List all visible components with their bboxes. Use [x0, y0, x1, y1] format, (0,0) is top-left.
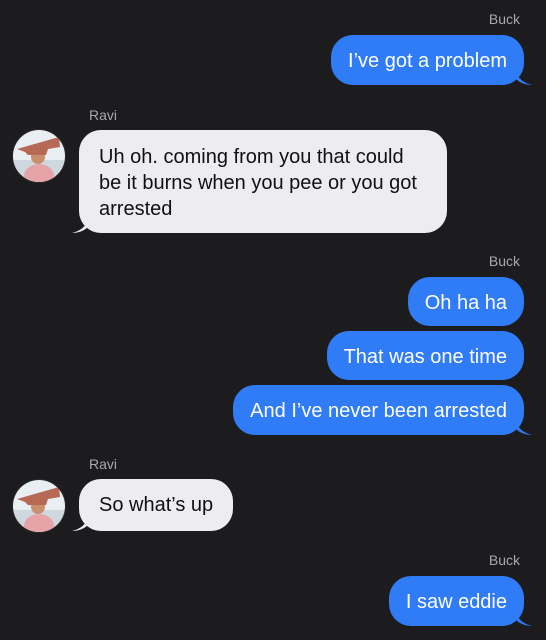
avatar-photo-icon [13, 480, 65, 532]
message-bubble-outgoing[interactable]: Oh ha ha [407, 277, 524, 326]
bubble-tail-outgoing [516, 71, 532, 85]
message-bubble-outgoing[interactable]: I’ve got a problem [331, 35, 524, 85]
bubble-tail-outgoing [516, 421, 532, 435]
message-bubble-outgoing[interactable]: I saw eddie [388, 576, 524, 626]
message-bubble-incoming[interactable]: Uh oh. coming from you that could be it … [79, 130, 447, 233]
ravi-avatar[interactable] [12, 479, 66, 533]
sender-label-buck: Buck [488, 11, 520, 27]
sender-label-buck: Buck [488, 552, 520, 568]
sender-label-ravi: Ravi [89, 456, 118, 472]
bubble-tail-outgoing [516, 612, 532, 626]
bubble-tail-incoming [72, 517, 88, 531]
avatar-photo-icon [13, 130, 65, 182]
sender-label-buck: Buck [488, 253, 520, 269]
ravi-avatar[interactable] [12, 129, 66, 183]
message-bubble-incoming[interactable]: So what’s up [79, 479, 234, 531]
message-bubble-outgoing[interactable]: That was one time [326, 331, 524, 380]
bubble-tail-incoming [72, 219, 88, 233]
sender-label-ravi: Ravi [89, 107, 118, 123]
message-bubble-outgoing[interactable]: And I’ve never been arrested [233, 385, 524, 435]
